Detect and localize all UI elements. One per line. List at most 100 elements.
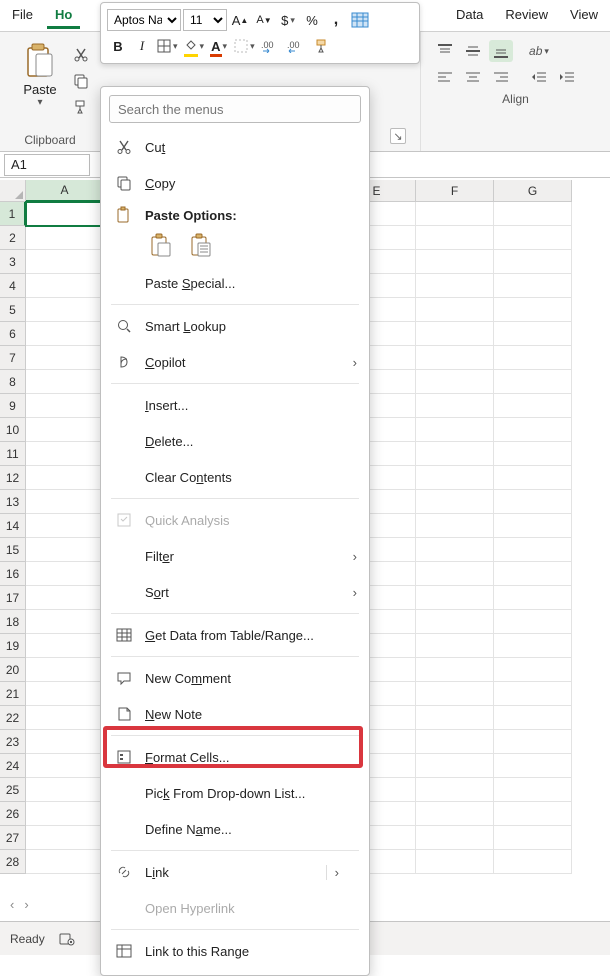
cell[interactable] — [26, 778, 104, 802]
cell[interactable] — [494, 226, 572, 250]
cell[interactable] — [416, 394, 494, 418]
cell[interactable] — [26, 538, 104, 562]
menu-link[interactable]: Link › — [101, 854, 369, 890]
row-header[interactable]: 13 — [0, 490, 26, 514]
mini-increase-font-icon[interactable]: A▲ — [229, 9, 251, 31]
cell[interactable] — [494, 490, 572, 514]
cell[interactable] — [416, 682, 494, 706]
cell[interactable] — [416, 250, 494, 274]
menu-copy[interactable]: Copy — [101, 165, 369, 201]
cell[interactable] — [494, 706, 572, 730]
menu-cut[interactable]: Cut — [101, 129, 369, 165]
orientation-button[interactable]: ab▾ — [527, 40, 551, 62]
row-header[interactable]: 27 — [0, 826, 26, 850]
cell[interactable] — [494, 250, 572, 274]
cell[interactable] — [494, 466, 572, 490]
cell[interactable] — [416, 514, 494, 538]
cell[interactable] — [26, 250, 104, 274]
cell[interactable] — [416, 274, 494, 298]
row-header[interactable]: 4 — [0, 274, 26, 298]
cell[interactable] — [494, 658, 572, 682]
cell[interactable] — [26, 610, 104, 634]
cell[interactable] — [494, 346, 572, 370]
cell[interactable] — [26, 370, 104, 394]
row-header[interactable]: 26 — [0, 802, 26, 826]
cell[interactable] — [26, 490, 104, 514]
cell[interactable] — [494, 586, 572, 610]
cell[interactable] — [26, 226, 104, 250]
cell[interactable] — [26, 850, 104, 874]
cell[interactable] — [494, 202, 572, 226]
menu-search-input[interactable] — [109, 95, 361, 123]
row-header[interactable]: 28 — [0, 850, 26, 874]
row-header[interactable]: 25 — [0, 778, 26, 802]
cell[interactable] — [26, 562, 104, 586]
row-header[interactable]: 6 — [0, 322, 26, 346]
mini-font-size[interactable]: 11 — [183, 9, 227, 31]
mini-format-painter-icon[interactable] — [311, 35, 333, 57]
row-header[interactable]: 7 — [0, 346, 26, 370]
cell[interactable] — [26, 634, 104, 658]
menu-insert[interactable]: Insert... — [101, 387, 369, 423]
column-header[interactable]: F — [416, 180, 494, 202]
menu-new-note[interactable]: New Note — [101, 696, 369, 732]
cell[interactable] — [494, 562, 572, 586]
cell[interactable] — [416, 298, 494, 322]
tab-data[interactable]: Data — [448, 3, 491, 29]
mini-fill-color-button[interactable]: ▾ — [182, 35, 207, 57]
cell[interactable] — [416, 202, 494, 226]
cut-icon[interactable] — [72, 46, 90, 64]
menu-define-name[interactable]: Define Name... — [101, 811, 369, 847]
accounting-format-button[interactable]: $▾ — [277, 9, 299, 31]
paste-option-match[interactable] — [187, 231, 215, 259]
cell[interactable] — [26, 802, 104, 826]
comma-format-button[interactable]: , — [325, 9, 347, 31]
cell[interactable] — [494, 322, 572, 346]
menu-copilot[interactable]: Copilot › — [101, 344, 369, 380]
menu-clear[interactable]: Clear Contents — [101, 459, 369, 495]
cell[interactable] — [26, 322, 104, 346]
cell[interactable] — [416, 418, 494, 442]
cell[interactable] — [416, 466, 494, 490]
cell[interactable] — [416, 370, 494, 394]
cell[interactable] — [416, 730, 494, 754]
align-bottom-icon[interactable] — [489, 40, 513, 62]
row-header[interactable]: 21 — [0, 682, 26, 706]
decrease-decimal-icon[interactable]: .00 — [285, 35, 309, 57]
mini-decrease-font-icon[interactable]: A▼ — [253, 9, 275, 31]
menu-paste-special[interactable]: Paste Special... — [101, 265, 369, 301]
cell[interactable] — [494, 514, 572, 538]
row-header[interactable]: 17 — [0, 586, 26, 610]
macro-record-icon[interactable] — [59, 931, 75, 947]
cell[interactable] — [494, 298, 572, 322]
paste-option-default[interactable] — [147, 231, 175, 259]
menu-pick-list[interactable]: Pick From Drop-down List... — [101, 775, 369, 811]
row-header[interactable]: 24 — [0, 754, 26, 778]
cell[interactable] — [26, 418, 104, 442]
tab-file[interactable]: File — [4, 3, 41, 29]
cell[interactable] — [416, 706, 494, 730]
cell[interactable] — [416, 826, 494, 850]
cell[interactable] — [26, 826, 104, 850]
cell[interactable] — [416, 562, 494, 586]
menu-get-data[interactable]: Get Data from Table/Range... — [101, 617, 369, 653]
decrease-indent-icon[interactable] — [527, 66, 551, 88]
cell[interactable] — [416, 610, 494, 634]
mini-font-name[interactable]: Aptos Na — [107, 9, 181, 31]
mini-font-color-button[interactable]: A▾ — [208, 35, 230, 57]
cell[interactable] — [26, 466, 104, 490]
cell[interactable] — [416, 850, 494, 874]
row-header[interactable]: 10 — [0, 418, 26, 442]
cell[interactable] — [26, 202, 104, 226]
mini-borders-button[interactable]: ▾ — [155, 35, 180, 57]
menu-smart-lookup[interactable]: Smart Lookup — [101, 308, 369, 344]
row-header[interactable]: 19 — [0, 634, 26, 658]
align-middle-icon[interactable] — [461, 40, 485, 62]
name-box[interactable]: A1 — [4, 154, 90, 176]
cell[interactable] — [26, 298, 104, 322]
copy-icon[interactable] — [72, 72, 90, 90]
cell[interactable] — [416, 226, 494, 250]
mini-italic-button[interactable]: I — [131, 35, 153, 57]
cell[interactable] — [494, 394, 572, 418]
cell[interactable] — [26, 658, 104, 682]
